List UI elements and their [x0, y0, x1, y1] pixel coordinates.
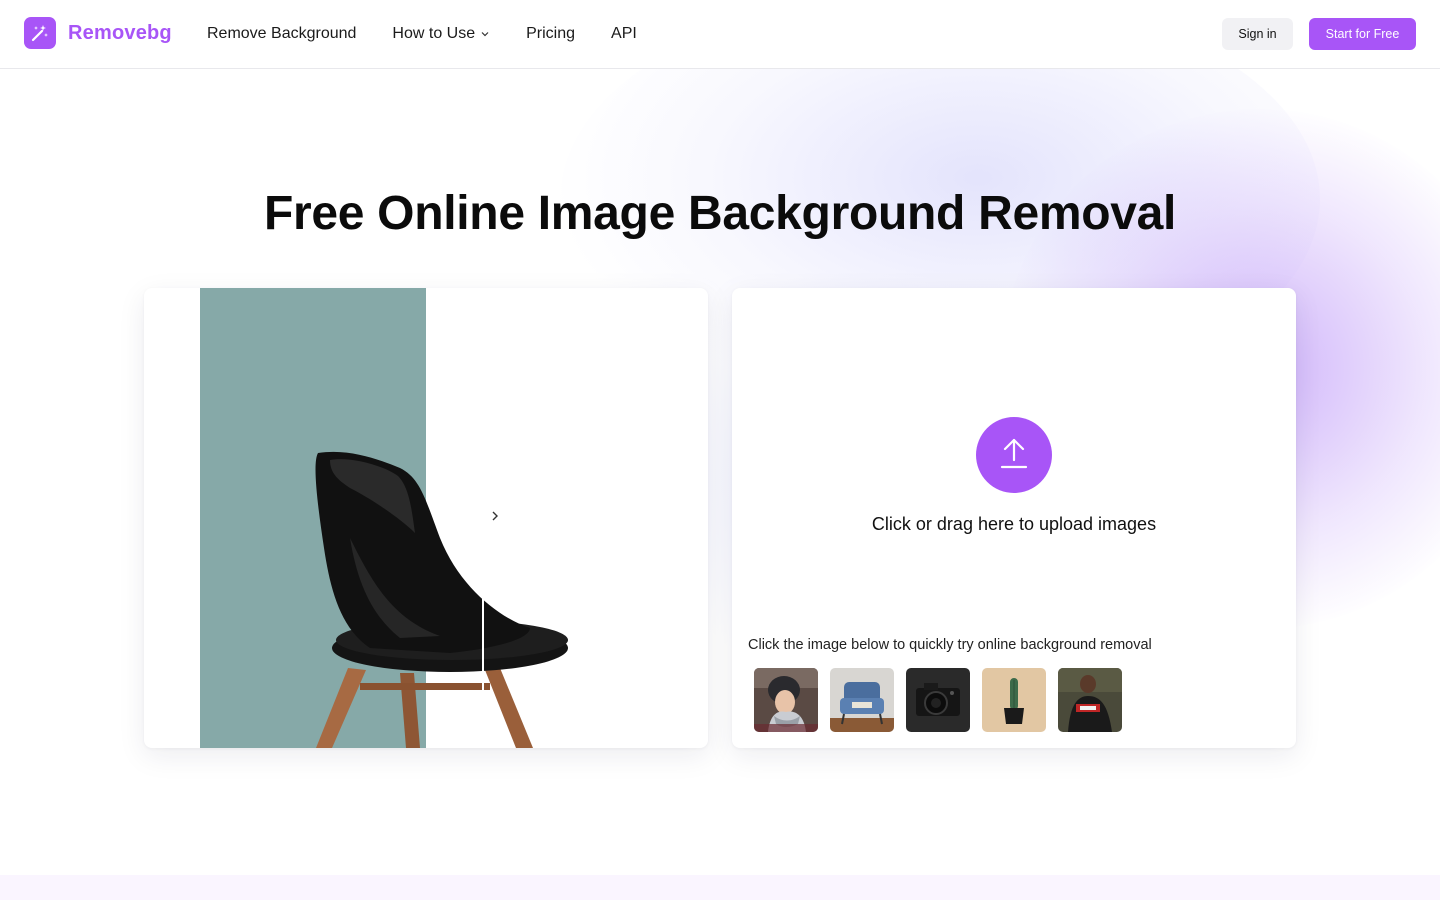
- sample-thumbnail-woman[interactable]: [754, 668, 818, 732]
- chevron-left-icon: [466, 509, 476, 527]
- nav-how-to-use-label: How to Use: [392, 25, 476, 42]
- hero-title: Free Online Image Background Removal: [263, 187, 1177, 240]
- sample-thumbnail-armchair[interactable]: [830, 668, 894, 732]
- upload-arrow-icon: [999, 436, 1029, 475]
- top-navbar: Removebg Remove Background How to Use Pr…: [0, 0, 1440, 69]
- main-nav: Remove Background How to Use Pricing API: [207, 0, 637, 68]
- nav-remove-background[interactable]: Remove Background: [207, 25, 356, 43]
- comparison-slider-handle[interactable]: [466, 506, 500, 530]
- next-section-band: [0, 875, 1440, 900]
- chair-image: [315, 451, 568, 748]
- sample-images: [754, 668, 1122, 732]
- chevron-right-icon: [490, 509, 500, 527]
- sample-thumbnail-man[interactable]: [1058, 668, 1122, 732]
- upload-instructions: Click or drag here to upload images: [871, 514, 1157, 534]
- magic-wand-icon: [24, 17, 56, 49]
- nav-pricing[interactable]: Pricing: [526, 25, 575, 43]
- upload-dropzone[interactable]: Click or drag here to upload images: [732, 288, 1296, 628]
- nav-how-to-use[interactable]: How to Use: [392, 25, 490, 43]
- before-after-card: [144, 288, 708, 748]
- nav-api[interactable]: API: [611, 25, 637, 43]
- brand-name: Removebg: [68, 21, 172, 44]
- start-for-free-button[interactable]: Start for Free: [1309, 18, 1416, 50]
- before-after-comparison[interactable]: [200, 288, 652, 748]
- brand-logo[interactable]: Removebg: [24, 17, 172, 49]
- sample-thumbnail-cactus[interactable]: [982, 668, 1046, 732]
- sign-in-button[interactable]: Sign in: [1222, 18, 1293, 50]
- sample-images-label: Click the image below to quickly try onl…: [748, 637, 1152, 653]
- sample-thumbnail-camera[interactable]: [906, 668, 970, 732]
- chevron-down-icon: [480, 29, 490, 39]
- upload-card: Click or drag here to upload images Clic…: [732, 288, 1296, 748]
- upload-button[interactable]: [976, 417, 1052, 493]
